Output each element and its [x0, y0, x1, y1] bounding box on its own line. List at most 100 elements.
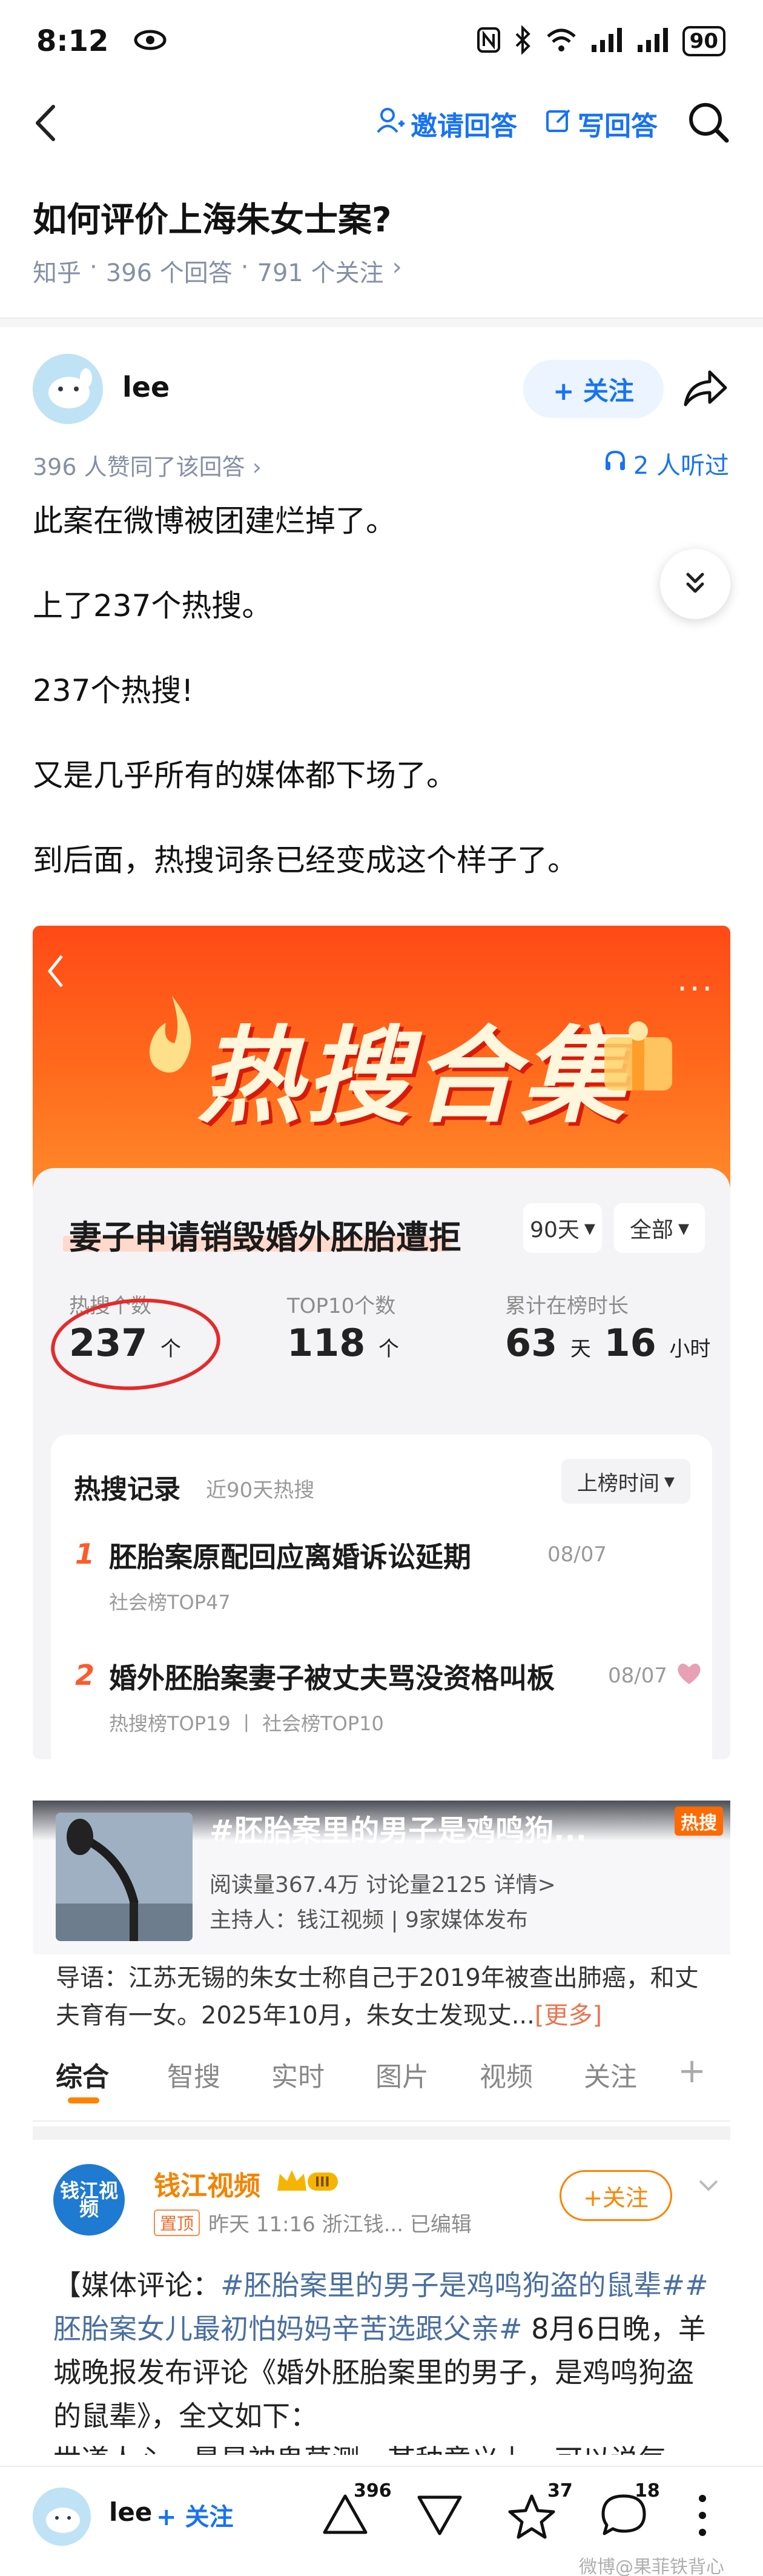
- invite-answer-button[interactable]: 邀请回答: [375, 104, 517, 143]
- section-divider: [0, 317, 763, 327]
- record-tag: 热搜榜TOP19 丨 社会榜TOP10: [109, 1712, 384, 1735]
- stat-label: 累计在榜时长: [505, 1294, 629, 1318]
- chevron-down-icon: [696, 2176, 721, 2197]
- answer-paragraph: 到后面，热搜词条已经变成这个样子了。: [33, 843, 578, 878]
- comment-count: 18: [635, 2480, 660, 2501]
- topic-title: 妻子申请销毁婚外胚胎遭拒: [69, 1218, 461, 1256]
- record-rank: 1: [75, 1538, 95, 1570]
- signal-icon: [590, 27, 623, 56]
- more-icon[interactable]: [696, 2491, 708, 2542]
- search-icon[interactable]: [685, 99, 732, 145]
- record-date: 08/07: [547, 1542, 607, 1567]
- post-author-name: 钱江视频: [154, 2171, 260, 2202]
- chevron-right-icon: ›: [392, 253, 402, 281]
- bottom-author-name[interactable]: lee: [109, 2497, 152, 2527]
- author-name[interactable]: lee: [122, 371, 170, 403]
- back-icon: [44, 950, 68, 995]
- stat-unit: 个: [378, 1337, 400, 1361]
- status-time: 8:12: [36, 24, 109, 58]
- post-body-prefix: 【媒体评论：: [53, 2269, 220, 2302]
- post-body: 【媒体评论：#胚胎案里的男子是鸡鸣狗盗的鼠辈##胚胎案女儿最初怕妈妈辛苦选跟父亲…: [53, 2263, 719, 2455]
- question-meta[interactable]: 知乎 · 396 个回答 · 791 个关注 ›: [33, 253, 402, 288]
- follow-author-button[interactable]: + 关注: [523, 360, 664, 418]
- gift-icon: [596, 1017, 681, 1095]
- scope-chip-label: 全部: [629, 1218, 673, 1243]
- hot-badge: 热搜: [675, 1807, 723, 1836]
- topic-guide: 导语：江苏无锡的朱女士称自己于2019年被查出肺癌，和丈夫育有一女。2025年1…: [56, 1959, 710, 2034]
- listen-label: 2 人听过: [633, 452, 729, 480]
- bluetooth-icon: [514, 25, 532, 57]
- stat-unit: 天: [570, 1337, 591, 1361]
- topic-hero: #胚胎案里的男子是鸡鸣狗... 热搜 阅读量367.4万 讨论量2125 详情>…: [33, 1801, 730, 1954]
- more-icon: ...: [677, 962, 715, 998]
- write-answer-label: 写回答: [578, 111, 658, 142]
- bottom-action-bar: lee + 关注 396 37 18 微博@果菲铁背心: [0, 2466, 763, 2576]
- downvote-icon[interactable]: [415, 2492, 464, 2540]
- guide-text: 导语：江苏无锡的朱女士称自己于2019年被查出肺癌，和丈夫育有一女。2025年1…: [56, 1964, 699, 2030]
- add-tab-icon: +: [678, 2051, 706, 2091]
- topic-hashtag-title: #胚胎案里的男子是鸡鸣狗...: [210, 1814, 587, 1848]
- write-answer-button[interactable]: 写回答: [545, 104, 658, 143]
- post-meta: 置顶 昨天 11:16 浙江钱... 已编辑: [154, 2208, 472, 2237]
- embedded-image-weibo-topic[interactable]: #胚胎案里的男子是鸡鸣狗... 热搜 阅读量367.4万 讨论量2125 详情>…: [33, 1801, 730, 2455]
- share-icon[interactable]: [681, 367, 729, 411]
- stat-label: TOP10个数: [287, 1294, 396, 1318]
- watermark: 微博@果菲铁背心: [579, 2557, 724, 2576]
- post-avatar: 钱江视频: [53, 2164, 125, 2236]
- answer-paragraph: 此案在微博被团建烂掉了。: [33, 503, 396, 539]
- author-avatar[interactable]: [33, 354, 103, 424]
- record-text: 胚胎案原配回应离婚诉讼延期: [109, 1541, 471, 1573]
- tab-following: 关注: [584, 2062, 637, 2093]
- record-tag: 社会榜TOP47: [109, 1591, 231, 1614]
- top-nav: 邀请回答 写回答: [0, 91, 763, 158]
- nfc-icon: [477, 27, 501, 56]
- active-tab-indicator: [68, 2097, 99, 2103]
- topic-host: 主持人：钱江视频 | 9家媒体发布: [210, 1908, 528, 1933]
- bottom-follow-button[interactable]: + 关注: [156, 2497, 233, 2532]
- headphone-icon: [603, 448, 627, 479]
- record-text: 婚外胚胎案妻子被丈夫骂没资格叫板: [109, 1662, 555, 1695]
- listen-count[interactable]: 2 人听过: [603, 446, 729, 481]
- status-icons: 90: [477, 25, 725, 57]
- person-plus-icon: [375, 105, 406, 142]
- svg-text:III: III: [315, 2175, 330, 2190]
- stat-number: 118: [287, 1321, 366, 1365]
- question-answer-count: 396 个回答: [105, 259, 233, 287]
- question-title[interactable]: 如何评价上海朱女士案?: [33, 193, 391, 242]
- crown-badge-icon: III: [275, 2166, 342, 2198]
- record-rank: 2: [75, 1659, 95, 1691]
- embedded-image-hot-search[interactable]: ... 热搜合集 妻子申请销毁婚外胚胎遭拒 90天 ▾ 全部 ▾ 热搜个数 237 …: [33, 926, 730, 1759]
- caret-down-icon: ▾: [584, 1215, 595, 1241]
- topic-thumbnail: [56, 1813, 193, 1941]
- tab-realtime: 实时: [271, 2062, 325, 2093]
- vote-count[interactable]: 396 人赞同了该回答 ›: [33, 448, 262, 482]
- stat-unit: 小时: [669, 1337, 711, 1361]
- eye-icon: [133, 28, 167, 55]
- stat-number: 63: [505, 1321, 558, 1365]
- topic-stats: 阅读量367.4万 讨论量2125 详情>: [210, 1873, 556, 1897]
- back-icon[interactable]: [29, 102, 65, 144]
- stat-number: 16: [604, 1321, 656, 1365]
- signal-icon: [636, 27, 669, 56]
- upvote-count: 396: [354, 2480, 392, 2501]
- record-sort: 上榜时间 ▾: [561, 1459, 690, 1504]
- answer-paragraph: 又是几乎所有的媒体都下场了。: [33, 758, 457, 793]
- post-topic-link: #胚胎案里的男子是鸡鸣狗盗的鼠辈#: [220, 2269, 685, 2302]
- stat-value: 118 个: [287, 1321, 399, 1365]
- post-time-source: 昨天 11:16 浙江钱... 已编辑: [208, 2213, 472, 2237]
- tab-images: 图片: [375, 2062, 429, 2093]
- caret-down-icon: ▾: [664, 1469, 675, 1493]
- bottom-author-avatar[interactable]: [33, 2488, 91, 2546]
- chevrons-down-icon: [682, 569, 708, 599]
- wifi-icon: [546, 27, 577, 56]
- question-site: 知乎: [33, 259, 81, 287]
- stat-value: 63 天 16 小时: [505, 1321, 710, 1365]
- answer-paragraph: 237个热搜!: [33, 673, 194, 708]
- collapse-button[interactable]: [660, 549, 730, 619]
- battery-indicator: 90: [682, 26, 725, 56]
- post-follow-button: +关注: [560, 2170, 672, 2221]
- scope-chip: 全部 ▾: [614, 1203, 705, 1253]
- question-follower-count: 791 个关注: [257, 259, 384, 287]
- record-date: 08/07: [608, 1664, 667, 1688]
- hot-search-banner: ... 热搜合集: [33, 926, 730, 1192]
